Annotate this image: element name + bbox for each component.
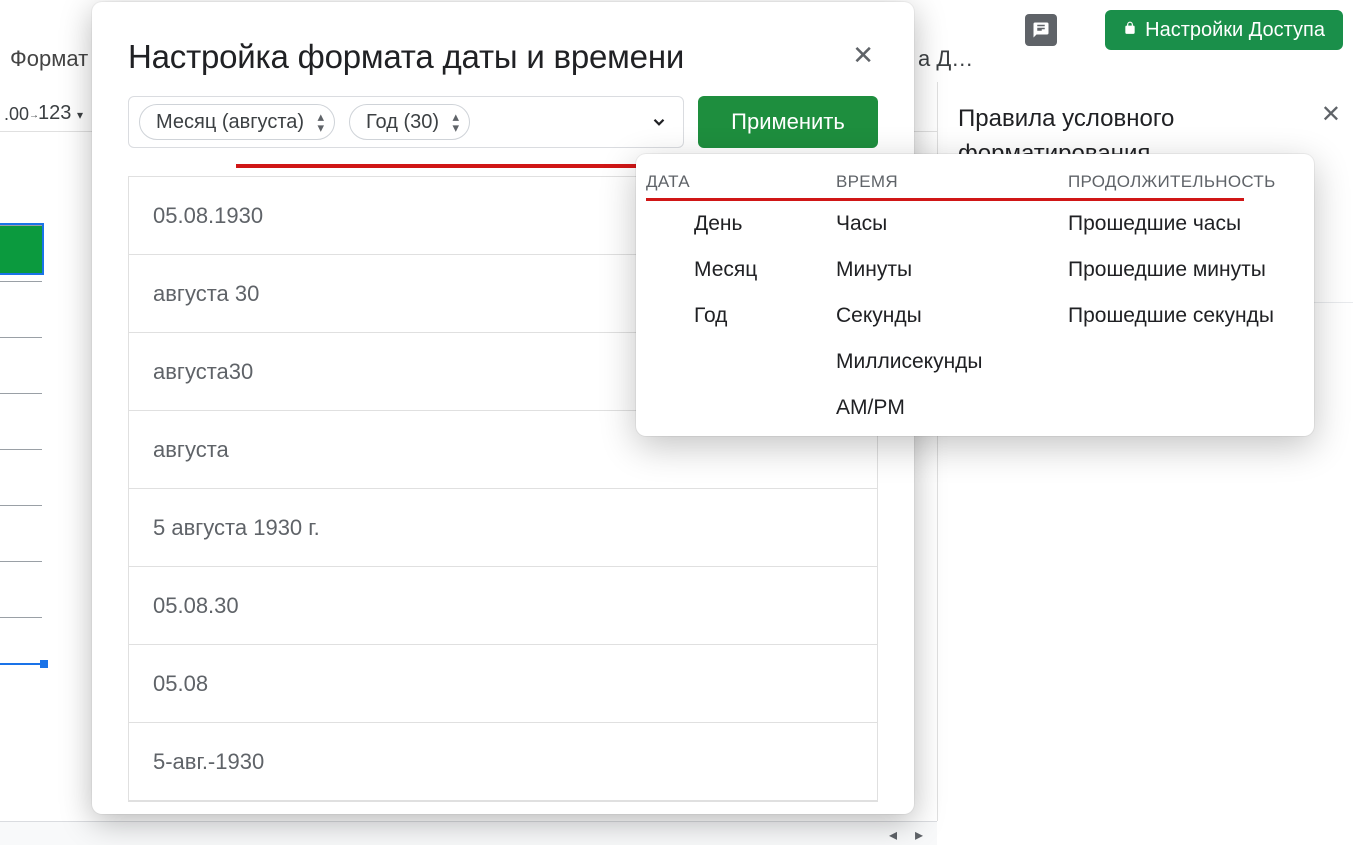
popup-item-seconds[interactable]: Секунды (836, 304, 1068, 328)
app-background: Формат а Д… Настройки Доступа .00→ 123 ▾… (0, 0, 1353, 845)
grid-row-divider (0, 281, 42, 282)
format-part-month[interactable]: Месяц (августа) ▴▾ (139, 104, 335, 140)
grid-row-divider (0, 393, 42, 394)
popup-headers: ДАТА ВРЕМЯ ПРОДОЛЖИТЕЛЬНОСТЬ (636, 166, 1314, 198)
grid-row-divider (0, 561, 42, 562)
scroll-left-icon[interactable]: ◂ (889, 825, 897, 845)
popup-item-day[interactable]: День (694, 212, 836, 236)
grid-row-divider (0, 617, 42, 618)
cell-selection-highlight (0, 225, 42, 273)
apply-button-label: Применить (731, 109, 845, 135)
dialog-close-button[interactable]: ✕ (848, 38, 878, 72)
popup-item-year[interactable]: Год (694, 304, 836, 328)
format-preset[interactable]: 5 августа 1930 г. (129, 489, 877, 567)
popup-item-hours[interactable]: Часы (836, 212, 1068, 236)
document-title-fragment: а Д… (918, 46, 973, 72)
format-preset[interactable]: 05.08 (129, 645, 877, 723)
popup-item-month[interactable]: Месяц (694, 258, 836, 282)
popup-item-ampm[interactable]: AM/PM (836, 396, 1068, 420)
popup-header-duration: ПРОДОЛЖИТЕЛЬНОСТЬ (1068, 172, 1314, 192)
menu-format[interactable]: Формат (10, 46, 88, 72)
popup-header-time: ВРЕМЯ (836, 172, 1068, 192)
share-button-label: Настройки Доступа (1145, 19, 1325, 42)
format-preset[interactable]: 5-авг.-1930 (129, 723, 877, 801)
lock-icon (1123, 20, 1137, 41)
apply-button[interactable]: Применить (698, 96, 878, 148)
dialog-title: Настройка формата даты и времени (128, 38, 684, 76)
chip-updown-icon: ▴▾ (452, 111, 459, 133)
popup-item-elapsed-hours[interactable]: Прошедшие часы (1068, 212, 1314, 236)
share-button[interactable]: Настройки Доступа (1105, 10, 1343, 50)
panel-close-button[interactable]: ✕ (1321, 100, 1341, 129)
horizontal-scroll-bar[interactable]: ◂ ▸ (0, 821, 937, 845)
annotation-underline (236, 164, 678, 168)
format-preset[interactable]: 05.08.30 (129, 567, 877, 645)
selection-drag-handle[interactable] (40, 660, 48, 668)
selection-bottom-edge (0, 663, 42, 665)
popup-item-elapsed-minutes[interactable]: Прошедшие минуты (1068, 258, 1314, 282)
popup-item-millis[interactable]: Миллисекунды (836, 350, 1068, 374)
annotation-underline (646, 198, 1244, 201)
format-part-year[interactable]: Год (30) ▴▾ (349, 104, 470, 140)
format-part-month-label: Месяц (августа) (156, 111, 304, 134)
chip-updown-icon: ▴▾ (318, 111, 325, 133)
grid-row-divider (0, 337, 42, 338)
format-part-year-label: Год (30) (366, 111, 439, 134)
add-format-part-button[interactable] (645, 108, 673, 136)
grid-row-divider (0, 225, 42, 226)
comment-history-icon[interactable] (1025, 14, 1057, 46)
decimal-format-button[interactable]: .00→ (4, 104, 39, 125)
scroll-right-icon[interactable]: ▸ (915, 825, 923, 845)
format-part-picker-popup: ДАТА ВРЕМЯ ПРОДОЛЖИТЕЛЬНОСТЬ День Месяц … (636, 154, 1314, 436)
more-formats-button[interactable]: 123 ▾ (38, 102, 83, 125)
popup-item-elapsed-seconds[interactable]: Прошедшие секунды (1068, 304, 1314, 328)
grid-row-divider (0, 449, 42, 450)
popup-header-date: ДАТА (636, 172, 836, 192)
format-parts-input[interactable]: Месяц (августа) ▴▾ Год (30) ▴▾ (128, 96, 684, 148)
popup-item-minutes[interactable]: Минуты (836, 258, 1068, 282)
grid-row-divider (0, 505, 42, 506)
